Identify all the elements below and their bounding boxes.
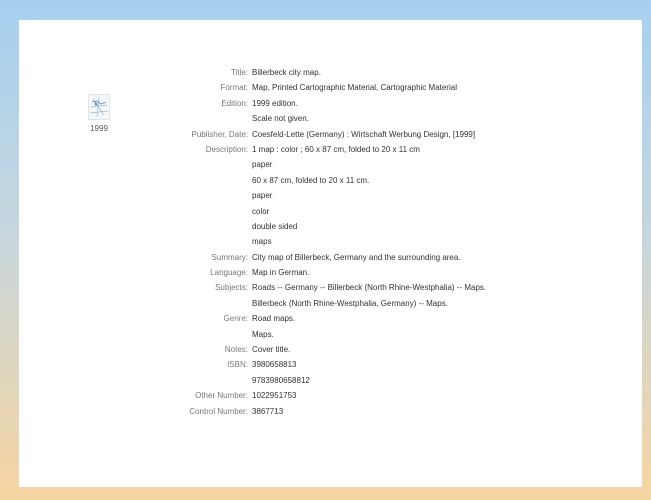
field-value: City map of Billerbeck, Germany and the …	[252, 252, 461, 262]
field-value: paper	[252, 160, 273, 170]
field-value: maps	[252, 237, 272, 247]
field-value: double sided	[252, 221, 298, 231]
field-value: 1999 edition.	[252, 98, 298, 108]
field-value: 1 map : color ; 60 x 87 cm, folded to 20…	[252, 144, 420, 154]
field-label: Format:	[220, 83, 248, 93]
field-label: Notes:	[224, 345, 248, 355]
record-row: 60 x 87 cm, folded to 20 x 11 cm.	[19, 173, 642, 188]
record-row: Genre: Road maps.	[19, 311, 642, 326]
record-row: Description: 1 map : color ; 60 x 87 cm, …	[19, 142, 642, 157]
record-row: Publisher, Date: Coesfeld-Lette (Germany)…	[19, 127, 642, 142]
field-value: Roads -- Germany -- Billerbeck (North Rh…	[252, 283, 487, 293]
field-label: Summary:	[211, 252, 248, 262]
record-row: 9783980658812	[19, 373, 642, 388]
field-value: Map in German.	[252, 268, 310, 278]
field-label: Description:	[205, 144, 248, 154]
field-value: Road maps.	[252, 314, 296, 324]
record-row: Other Number: 1022951753	[19, 388, 642, 403]
field-value: paper	[252, 191, 273, 201]
record-row: double sided	[19, 219, 642, 234]
record-row: Billerbeck (North Rhine-Westphalia, Germ…	[19, 296, 642, 311]
record-row: Maps.	[19, 327, 642, 342]
record-row: Control Number: 3867713	[19, 404, 642, 419]
record-details: Title: Billerbeck city map. Format: Map, Pr…	[19, 65, 642, 419]
field-label: Publisher, Date:	[191, 129, 248, 139]
record-card: 1999 Title: Billerbeck city map. Format: Ma…	[19, 20, 642, 487]
field-label: Control Number:	[189, 406, 248, 416]
field-value: 60 x 87 cm, folded to 20 x 11 cm.	[252, 175, 370, 185]
field-label: ISBN:	[227, 360, 248, 370]
field-value: Map, Printed Cartographic Material, Cart…	[252, 83, 457, 93]
field-value: 3980658813	[252, 360, 297, 370]
record-row: Summary: City map of Billerbeck, Germany …	[19, 250, 642, 265]
field-label: Other Number:	[195, 391, 248, 401]
field-label: Edition:	[221, 98, 248, 108]
field-value: Coesfeld-Lette (Germany) : Wirtschaft We…	[252, 129, 476, 139]
record-row: Scale not given.	[19, 111, 642, 126]
record-row: color	[19, 204, 642, 219]
record-row: paper	[19, 188, 642, 203]
field-value: 3867713	[252, 406, 284, 416]
field-label: Language:	[210, 268, 248, 278]
record-row: Edition: 1999 edition.	[19, 96, 642, 111]
record-row: Notes: Cover title.	[19, 342, 642, 357]
field-label: Subjects:	[215, 283, 248, 293]
record-row: Subjects: Roads -- Germany -- Billerbeck …	[19, 280, 642, 295]
field-value: 1022951753	[252, 391, 297, 401]
record-row: Title: Billerbeck city map.	[19, 65, 642, 80]
field-label: Title:	[230, 68, 248, 77]
field-value: Billerbeck city map.	[252, 68, 321, 77]
field-value: color	[252, 206, 270, 216]
record-row: maps	[19, 234, 642, 249]
record-row: Language: Map in German.	[19, 265, 642, 280]
field-value: Cover title.	[252, 345, 291, 355]
field-label: Genre:	[223, 314, 248, 324]
record-row: ISBN: 3980658813	[19, 357, 642, 372]
field-value: Scale not given.	[252, 114, 309, 124]
record-row: Format: Map, Printed Cartographic Materia…	[19, 80, 642, 95]
field-value: Maps.	[252, 329, 274, 339]
field-value: Billerbeck (North Rhine-Westphalia, Germ…	[252, 298, 448, 308]
field-value: 9783980658812	[252, 375, 310, 385]
record-row: paper	[19, 157, 642, 172]
